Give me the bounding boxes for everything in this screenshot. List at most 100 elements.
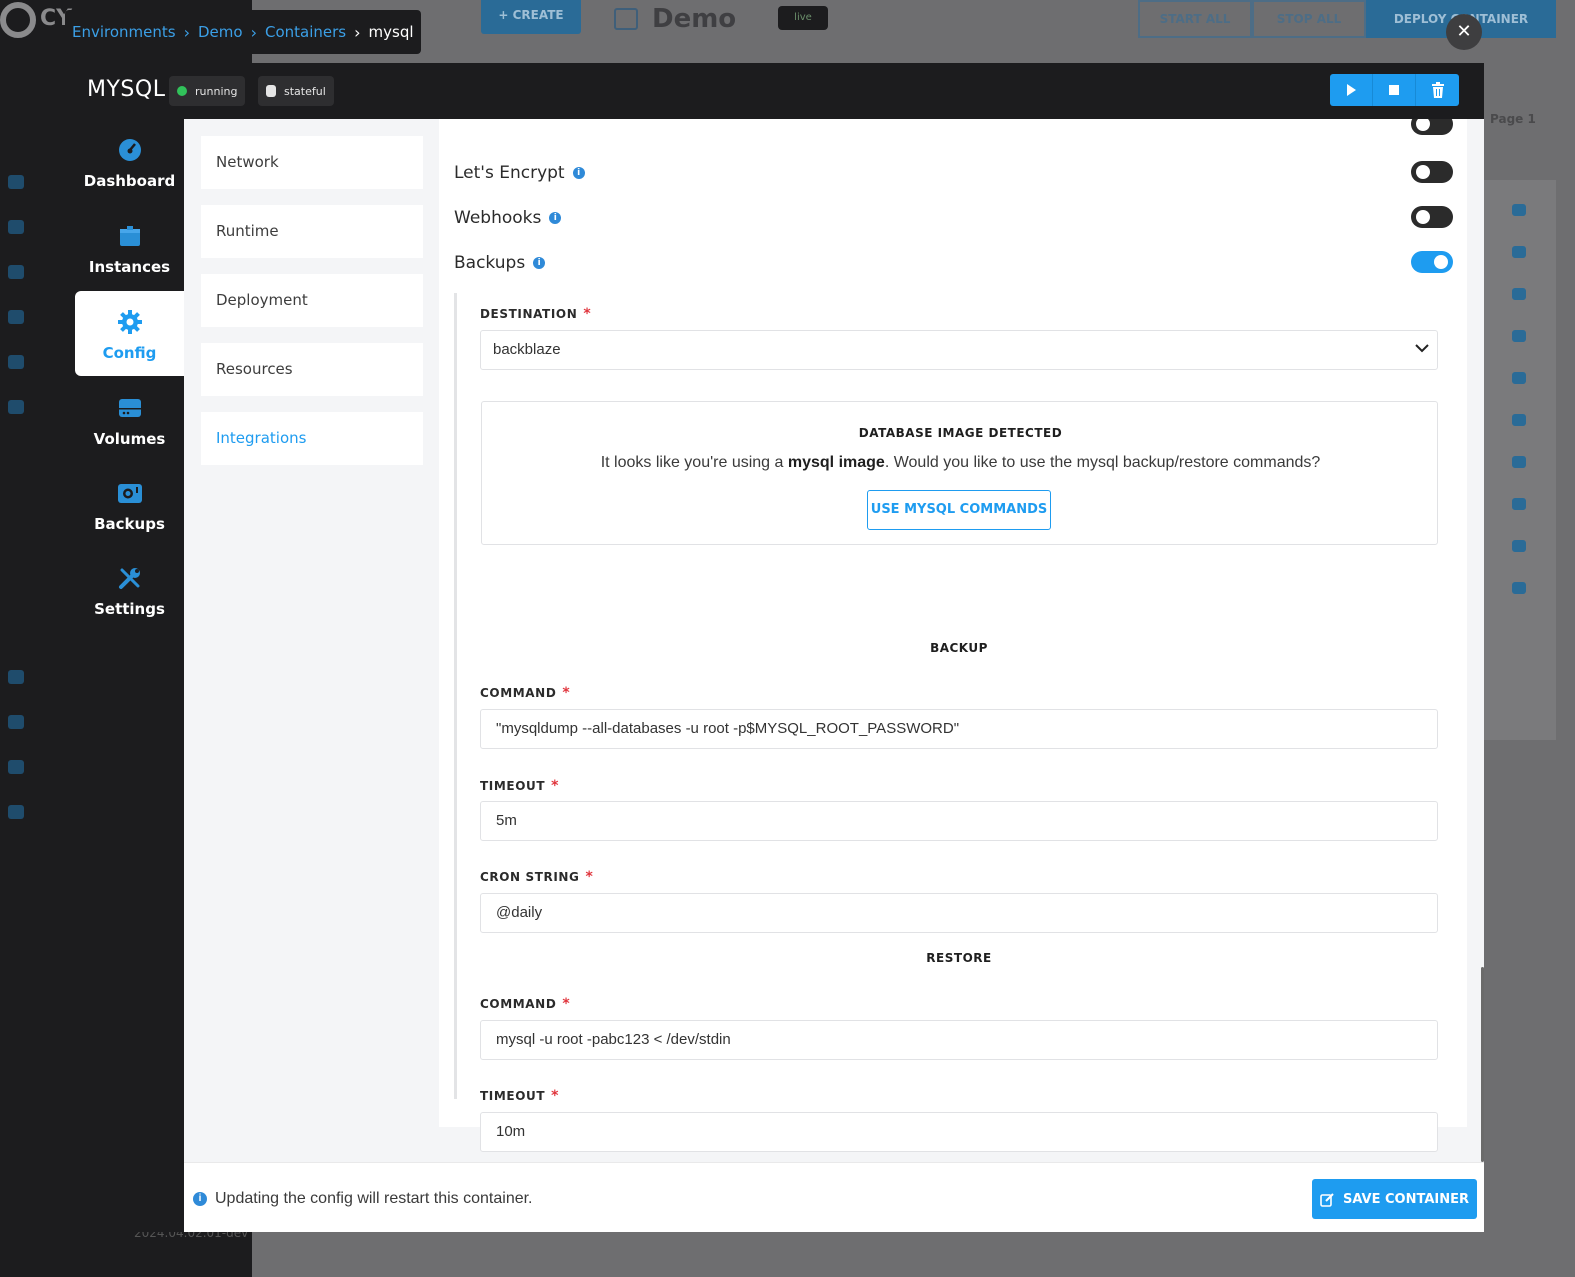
content-scrollbar[interactable] xyxy=(1481,967,1484,1162)
subnav-deployment[interactable]: Deployment xyxy=(201,274,423,327)
subnav-runtime[interactable]: Runtime xyxy=(201,205,423,258)
breadcrumb-environments[interactable]: Environments xyxy=(72,23,176,41)
modal-nav: Dashboard Instances Config Volumes Backu… xyxy=(65,119,184,1232)
subnav-network[interactable]: Network xyxy=(201,136,423,189)
backups-label: Backups xyxy=(454,253,526,273)
backups-toggle[interactable] xyxy=(1411,251,1453,273)
save-container-label: SAVE CONTAINER xyxy=(1342,1191,1469,1207)
container-controls xyxy=(1330,74,1459,106)
webhooks-toggle[interactable] xyxy=(1411,206,1453,228)
config-content: Network Runtime Deployment Resources Int… xyxy=(184,119,1484,1232)
cron-string-input[interactable]: @daily xyxy=(480,893,1438,933)
drive-icon xyxy=(117,395,143,421)
backup-command-label: COMMAND * xyxy=(480,685,571,701)
bg-live-badge: live xyxy=(778,6,828,30)
restore-timeout-input[interactable]: 10m xyxy=(480,1112,1438,1152)
backup-command-input[interactable]: "mysqldump --all-databases -u root -p$MY… xyxy=(480,709,1438,749)
bg-nav-icon xyxy=(8,670,24,684)
save-container-button[interactable]: SAVE CONTAINER xyxy=(1312,1179,1477,1219)
gauge-icon xyxy=(117,137,143,163)
chevron-down-icon xyxy=(1415,344,1429,353)
destination-select[interactable]: backblaze xyxy=(480,330,1438,370)
bg-container-list xyxy=(1484,180,1556,740)
breadcrumb: Environments › Demo › Containers › mysql xyxy=(65,10,421,54)
database-detected-box: DATABASE IMAGE DETECTED It looks like yo… xyxy=(481,401,1438,545)
bg-nav-icon xyxy=(8,310,24,324)
info-icon[interactable]: i xyxy=(572,167,585,179)
subnav-integrations[interactable]: Integrations xyxy=(201,412,423,465)
stop-icon xyxy=(1389,85,1399,95)
bg-environment-title: Demo xyxy=(652,4,737,34)
lets-encrypt-label: Let's Encrypt xyxy=(454,163,565,183)
nav-label: Instances xyxy=(88,258,171,276)
bg-nav-icon xyxy=(8,715,24,729)
type-badge-label: stateful xyxy=(284,84,326,98)
restore-timeout-label: TIMEOUT * xyxy=(480,1088,560,1104)
nav-settings[interactable]: Settings xyxy=(75,547,184,632)
backups-row: Backups i xyxy=(454,248,1454,278)
tools-icon xyxy=(117,565,143,591)
nav-config[interactable]: Config xyxy=(75,291,184,376)
nav-label: Settings xyxy=(94,600,165,618)
camera-icon xyxy=(117,480,143,506)
chevron-right-icon: › xyxy=(183,22,190,42)
bg-stop-all-button: STOP ALL xyxy=(1252,0,1366,38)
lets-encrypt-toggle[interactable] xyxy=(1411,161,1453,183)
lets-encrypt-row: Let's Encrypt i xyxy=(454,158,1454,188)
trash-icon xyxy=(1431,82,1444,98)
database-icon xyxy=(266,85,276,97)
modal-header: MYSQL running stateful xyxy=(65,63,1484,119)
detect-message: It looks like you're using a mysql image… xyxy=(600,454,1321,471)
type-badge: stateful xyxy=(258,76,334,106)
info-icon[interactable]: i xyxy=(533,257,546,269)
start-button[interactable] xyxy=(1330,74,1373,106)
subnav-resources[interactable]: Resources xyxy=(201,343,423,396)
toggle-switch[interactable] xyxy=(1411,119,1453,135)
nav-backups[interactable]: Backups xyxy=(75,462,184,547)
nav-label: Config xyxy=(102,344,157,362)
breadcrumb-current: mysql xyxy=(368,23,414,41)
status-badge-label: running xyxy=(195,84,238,98)
bg-start-all-button: START ALL xyxy=(1138,0,1252,38)
restore-command-input[interactable]: mysql -u root -pabc123 < /dev/stdin xyxy=(480,1020,1438,1060)
nav-volumes[interactable]: Volumes xyxy=(75,377,184,462)
app-logo-icon xyxy=(0,2,36,38)
bg-nav-icon xyxy=(8,355,24,369)
webhooks-row: Webhooks i xyxy=(454,203,1454,233)
bg-nav-icon xyxy=(8,400,24,414)
nav-label: Backups xyxy=(94,515,165,533)
cron-string-label: CRON STRING * xyxy=(480,869,594,885)
box-icon xyxy=(117,223,143,249)
nav-label: Dashboard xyxy=(83,172,176,190)
destination-label: DESTINATION * xyxy=(480,306,592,322)
restart-notice-text: Updating the config will restart this co… xyxy=(215,1190,533,1207)
restart-notice: i Updating the config will restart this … xyxy=(193,1190,533,1208)
detect-title: DATABASE IMAGE DETECTED xyxy=(858,426,1063,440)
bg-nav-icon xyxy=(8,175,24,189)
nav-instances[interactable]: Instances xyxy=(75,205,184,290)
delete-button[interactable] xyxy=(1416,74,1459,106)
breadcrumb-demo[interactable]: Demo xyxy=(198,23,243,41)
backup-timeout-input[interactable]: 5m xyxy=(480,801,1438,841)
play-icon xyxy=(1347,84,1356,96)
restore-heading: RESTORE xyxy=(926,951,992,965)
nav-label: Volumes xyxy=(93,430,166,448)
webhooks-label: Webhooks xyxy=(454,208,542,228)
nav-dashboard[interactable]: Dashboard xyxy=(75,119,184,204)
status-badge: running xyxy=(169,76,246,106)
status-dot-icon xyxy=(177,86,187,96)
backup-timeout-label: TIMEOUT * xyxy=(480,778,560,794)
backup-heading: BACKUP xyxy=(930,641,988,655)
stop-button[interactable] xyxy=(1373,74,1416,106)
chevron-right-icon: › xyxy=(250,22,257,42)
close-icon[interactable]: ✕ xyxy=(1446,14,1482,50)
container-modal: MYSQL running stateful Dashboard Instanc… xyxy=(65,63,1484,1232)
bg-nav-icon xyxy=(8,805,24,819)
use-mysql-commands-button[interactable]: USE MYSQL COMMANDS xyxy=(867,490,1051,530)
bg-environment-icon xyxy=(614,8,638,30)
breadcrumb-containers[interactable]: Containers xyxy=(265,23,346,41)
chevron-right-icon: › xyxy=(354,22,361,42)
bg-nav-icon xyxy=(8,265,24,279)
info-icon[interactable]: i xyxy=(549,212,562,224)
bg-pagination: Page 1 xyxy=(1490,112,1536,126)
